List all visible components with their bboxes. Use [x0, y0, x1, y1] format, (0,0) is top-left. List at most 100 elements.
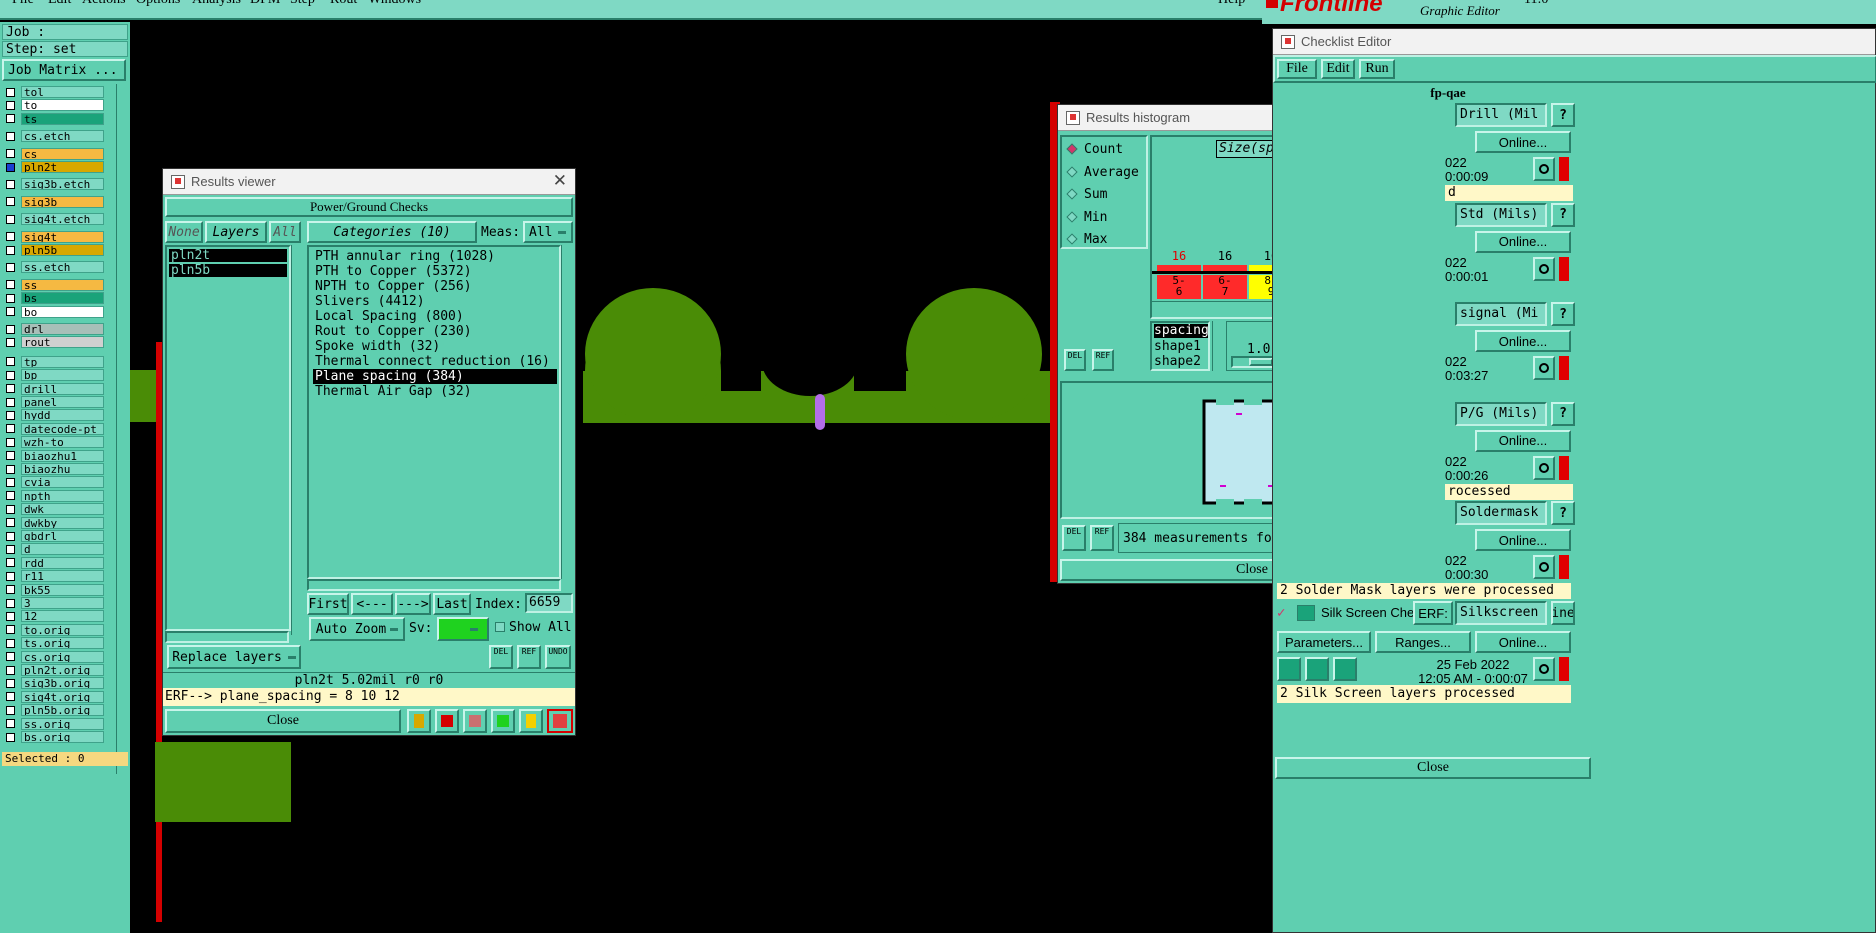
layer-checkbox[interactable] [6, 370, 15, 380]
layer-results-scrollbar[interactable] [291, 245, 303, 635]
layer-row-rdd[interactable]: rdd [6, 556, 104, 569]
number-tool-icon[interactable] [491, 709, 515, 733]
erf-select[interactable]: signal (Mi [1455, 302, 1547, 326]
layer-row-sig4t.orig[interactable]: sig4t.orig [6, 690, 104, 703]
list-item[interactable]: shape1 [1154, 340, 1201, 354]
histogram-tool-icon[interactable] [547, 709, 573, 733]
layer-row-datecode-pt[interactable]: datecode-pt [6, 422, 104, 435]
meas-select[interactable]: All [523, 221, 573, 243]
close-icon[interactable]: ✕ [553, 171, 567, 191]
layer-checkbox[interactable] [6, 384, 15, 394]
slider-handle[interactable] [1249, 358, 1273, 366]
layers-all-button[interactable]: All [269, 221, 301, 243]
online-button[interactable]: Online... [1475, 529, 1571, 551]
auto-zoom-select[interactable]: Auto Zoom [309, 617, 405, 641]
replace-layers-select[interactable]: Replace layers [167, 645, 301, 669]
layer-checkbox[interactable] [6, 197, 15, 207]
layer-row-pln5b[interactable]: pln5b [6, 244, 104, 256]
list-item[interactable]: pln5b [169, 264, 287, 277]
alert-icon[interactable] [1559, 657, 1569, 681]
layer-row-bs[interactable]: bs [6, 292, 104, 305]
attr-list[interactable]: spacing shape1 shape2 [1150, 321, 1210, 371]
layer-tool-icon[interactable] [407, 709, 431, 733]
parameters-button[interactable]: Parameters... [1277, 631, 1371, 653]
hist-del-top-button[interactable]: DEL [1064, 349, 1086, 371]
layer-row-panel[interactable]: panel [6, 396, 104, 408]
erf-select[interactable]: Soldermask [1455, 501, 1547, 525]
layer-checkbox[interactable] [6, 638, 15, 648]
menu-step[interactable]: Step [290, 0, 315, 8]
layer-row-12[interactable]: 12 [6, 610, 104, 623]
menu-edit[interactable]: Edit [48, 0, 71, 8]
layer-checkbox[interactable] [6, 705, 15, 715]
online-button[interactable]: Online... [1475, 330, 1571, 352]
category-item[interactable]: PTH annular ring (1028) [313, 249, 557, 264]
help-button[interactable]: ? [1551, 501, 1575, 525]
layer-checkbox[interactable] [6, 504, 15, 514]
category-item[interactable]: PTH to Copper (5372) [313, 264, 557, 279]
layer-row-3[interactable]: 3 [6, 597, 104, 609]
help-button[interactable]: ? [1551, 103, 1575, 127]
menu-windows[interactable]: Windows [368, 0, 421, 8]
layer-checkbox[interactable] [6, 531, 15, 541]
layer-checkbox[interactable] [6, 262, 15, 272]
layer-row-to.orig[interactable]: to.orig [6, 623, 104, 636]
layer-checkbox[interactable] [6, 214, 15, 224]
layer-checkbox[interactable] [6, 719, 15, 729]
category-item[interactable]: NPTH to Copper (256) [313, 279, 557, 294]
display-tool-icon[interactable] [435, 709, 459, 733]
menu-dfm[interactable]: DFM [250, 0, 280, 8]
layer-checkbox[interactable] [6, 585, 15, 595]
rv-close-button[interactable]: Close [165, 709, 401, 733]
zoom-icon[interactable] [1533, 157, 1555, 181]
layer-checkbox[interactable] [6, 678, 15, 688]
layer-checkbox[interactable] [6, 293, 15, 303]
layer-checkbox[interactable] [6, 87, 15, 97]
alert-icon[interactable] [1559, 555, 1569, 579]
layer-row-pln5b.orig[interactable]: pln5b.orig [6, 704, 104, 717]
list-item[interactable]: shape2 [1154, 355, 1201, 369]
layer-checkbox[interactable] [6, 100, 15, 110]
layer-row-to[interactable]: to [6, 99, 104, 112]
layer-checkbox[interactable] [6, 232, 15, 242]
layer-row-cs.orig[interactable]: cs.orig [6, 650, 104, 663]
layer-checkbox[interactable] [6, 732, 15, 742]
layer-row-sig3b.etch[interactable]: sig3b.etch [6, 178, 104, 191]
menu-file[interactable]: File [12, 0, 34, 8]
del-button[interactable]: DEL [489, 645, 513, 669]
zoom-icon[interactable] [1533, 356, 1555, 380]
layer-row-drl[interactable]: drl [6, 323, 104, 335]
categories-button[interactable]: Categories (10) [307, 221, 477, 243]
layer-checkbox[interactable] [6, 451, 15, 461]
job-matrix-button[interactable]: Job Matrix ... [2, 59, 126, 81]
bin-label[interactable]: 5- 6 [1157, 275, 1201, 299]
layer-row-cvia[interactable]: cvia [6, 476, 104, 489]
category-list[interactable]: PTH annular ring (1028) PTH to Copper (53… [307, 245, 561, 579]
layer-checkbox[interactable] [6, 424, 15, 434]
layer-row-ts[interactable]: ts [6, 112, 104, 125]
category-item[interactable]: Plane spacing (384) [313, 369, 557, 384]
hist-del-button[interactable]: DEL [1062, 525, 1086, 551]
layer-row-ts.orig[interactable]: ts.orig [6, 637, 104, 650]
category-item[interactable]: Rout to Copper (230) [313, 324, 557, 339]
layer-row-biaozhu1[interactable]: biaozhu1 [6, 449, 104, 462]
layer-row-r11[interactable]: r11 [6, 570, 104, 583]
layer-row-d[interactable]: d [6, 543, 104, 556]
layer-row-dwk[interactable]: dwk [6, 503, 104, 516]
index-input[interactable]: 6659 [525, 593, 573, 613]
zoom-icon[interactable] [1533, 555, 1555, 579]
help-button[interactable]: ? [1551, 401, 1575, 426]
layer-checkbox[interactable] [6, 149, 15, 159]
report-tool-icon[interactable] [519, 709, 543, 733]
alert-icon[interactable] [1559, 157, 1569, 181]
layer-row-bo[interactable]: bo [6, 305, 104, 318]
last-button[interactable]: Last [433, 593, 471, 615]
menu-options[interactable]: Options [136, 0, 180, 8]
option-sum[interactable]: Sum [1066, 184, 1107, 204]
run-all-icon[interactable] [1305, 657, 1329, 681]
option-average[interactable]: Average [1066, 162, 1139, 182]
layer-row-dwkby[interactable]: dwkby [6, 516, 104, 529]
layer-row-bp[interactable]: bp [6, 369, 104, 382]
ranges-button[interactable]: Ranges... [1375, 631, 1471, 653]
menu-actions[interactable]: Actions [82, 0, 126, 8]
